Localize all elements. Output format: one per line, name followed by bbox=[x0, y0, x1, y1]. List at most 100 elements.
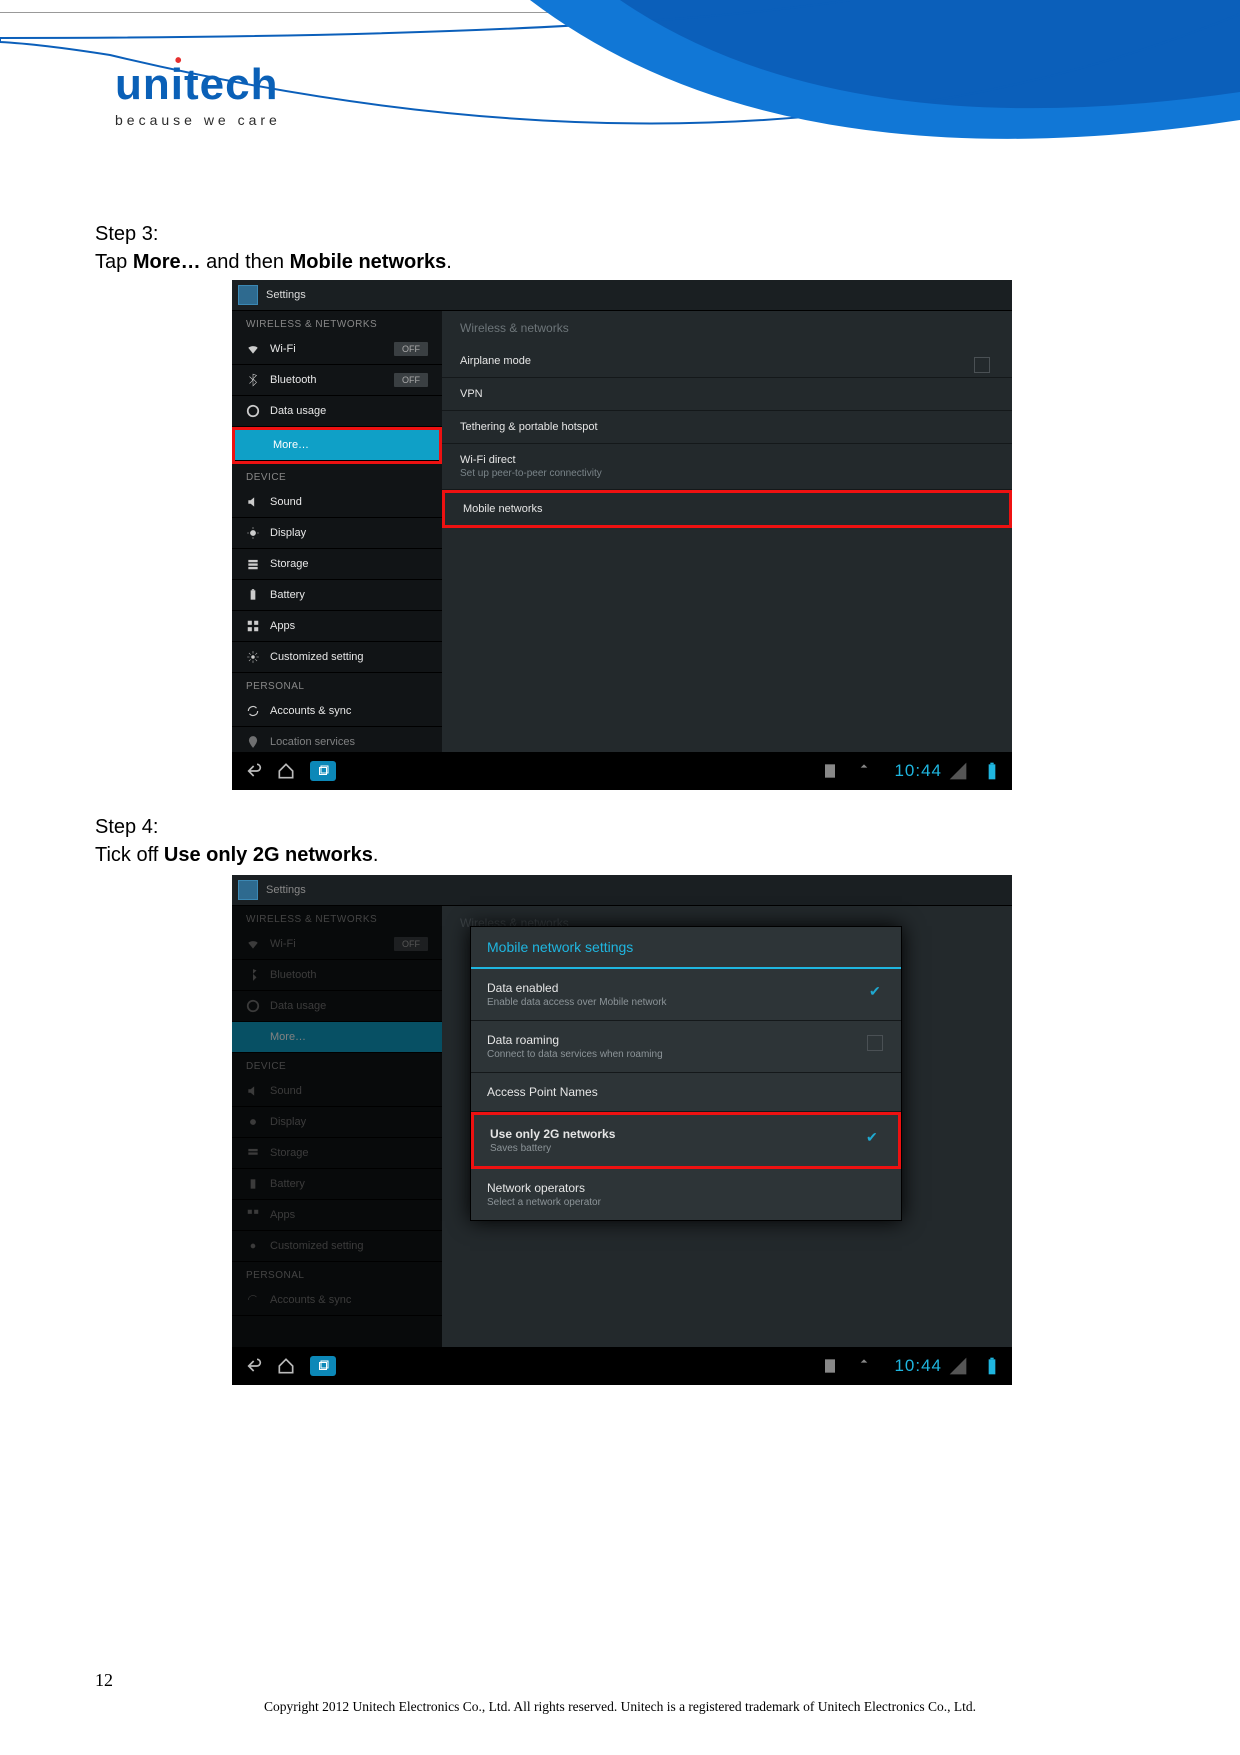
row-network-operators[interactable]: Network operators Select a network opera… bbox=[471, 1169, 901, 1220]
sidebar-customized[interactable]: Customized setting bbox=[232, 642, 442, 673]
logo: un•itech because we care bbox=[115, 60, 281, 128]
data-roaming-checkbox[interactable] bbox=[867, 1035, 883, 1051]
data-enabled-checkbox[interactable]: ✔ bbox=[869, 983, 883, 997]
category-personal: PERSONAL bbox=[232, 673, 442, 696]
sound-icon bbox=[246, 495, 260, 509]
gear-icon bbox=[246, 650, 260, 664]
sync-icon bbox=[246, 704, 260, 718]
status-signal-icon bbox=[948, 761, 968, 781]
storage-icon bbox=[246, 557, 260, 571]
category-device: DEVICE bbox=[232, 464, 442, 487]
gear-icon bbox=[246, 1239, 260, 1253]
sidebar-bluetooth: Bluetooth bbox=[232, 960, 442, 991]
sidebar-accounts: Accounts & sync bbox=[232, 1285, 442, 1316]
data-usage-icon bbox=[246, 404, 260, 418]
sidebar-sound: Sound bbox=[232, 1076, 442, 1107]
data-usage-icon bbox=[246, 999, 260, 1013]
sidebar-display[interactable]: Display bbox=[232, 518, 442, 549]
sidebar-datausage[interactable]: Data usage bbox=[232, 396, 442, 427]
row-airplane[interactable]: Airplane mode bbox=[442, 345, 1012, 378]
location-icon bbox=[246, 735, 260, 749]
home-icon[interactable] bbox=[276, 761, 296, 781]
display-icon bbox=[246, 1115, 260, 1129]
page-header: un•itech because we care bbox=[0, 0, 1240, 210]
sidebar-battery[interactable]: Battery bbox=[232, 580, 442, 611]
detail-header: Wireless & networks bbox=[442, 311, 1012, 345]
copyright: Copyright 2012 Unitech Electronics Co., … bbox=[0, 1699, 1240, 1715]
row-apn[interactable]: Access Point Names bbox=[471, 1073, 901, 1112]
bt-toggle[interactable]: OFF bbox=[394, 373, 428, 387]
sync-icon bbox=[246, 1293, 260, 1307]
logo-text-tech: tech bbox=[184, 60, 278, 109]
settings-detail: Wireless & networks Airplane mode VPN Te… bbox=[442, 311, 1012, 755]
status-sd-icon bbox=[820, 1356, 840, 1376]
sidebar-sound[interactable]: Sound bbox=[232, 487, 442, 518]
sidebar-display: Display bbox=[232, 1107, 442, 1138]
sidebar-storage: Storage bbox=[232, 1138, 442, 1169]
row-vpn[interactable]: VPN bbox=[442, 378, 1012, 411]
wifi-icon bbox=[246, 342, 260, 356]
apps-icon bbox=[246, 619, 260, 633]
sidebar-wifi[interactable]: Wi-Fi OFF bbox=[232, 334, 442, 365]
sidebar-storage[interactable]: Storage bbox=[232, 549, 442, 580]
storage-icon bbox=[246, 1146, 260, 1160]
airplane-checkbox[interactable] bbox=[974, 357, 990, 373]
sidebar-battery: Battery bbox=[232, 1169, 442, 1200]
settings-title: Settings bbox=[266, 884, 306, 896]
sidebar-apps[interactable]: Apps bbox=[232, 611, 442, 642]
status-signal-icon bbox=[948, 1356, 968, 1376]
status-battery-icon bbox=[982, 761, 1002, 781]
row-wifidirect[interactable]: Wi-Fi direct Set up peer-to-peer connect… bbox=[442, 444, 1012, 490]
settings-sidebar-dim: WIRELESS & NETWORKS Wi-FiOFF Bluetooth D… bbox=[232, 906, 442, 1350]
category-wireless: WIRELESS & NETWORKS bbox=[232, 311, 442, 334]
screenshot-step4: Settings WIRELESS & NETWORKS Wi-FiOFF Bl… bbox=[232, 875, 1012, 1385]
logo-text-un: un bbox=[115, 60, 171, 109]
step3-text: Step 3: Tap More… and then Mobile networ… bbox=[95, 220, 452, 276]
row-use-2g[interactable]: Use only 2G networks Saves battery ✔ bbox=[474, 1115, 898, 1166]
sound-icon bbox=[246, 1084, 260, 1098]
back-icon[interactable] bbox=[242, 761, 262, 781]
step4-text: Step 4: Tick off Use only 2G networks. bbox=[95, 813, 378, 869]
row-data-enabled[interactable]: Data enabled Enable data access over Mob… bbox=[471, 969, 901, 1021]
dialog-title: Mobile network settings bbox=[471, 927, 901, 969]
sidebar-bluetooth[interactable]: Bluetooth OFF bbox=[232, 365, 442, 396]
sidebar-datausage: Data usage bbox=[232, 991, 442, 1022]
bluetooth-icon bbox=[246, 373, 260, 387]
row-tethering[interactable]: Tethering & portable hotspot bbox=[442, 411, 1012, 444]
sidebar-apps: Apps bbox=[232, 1200, 442, 1231]
sidebar-more[interactable]: More… bbox=[235, 430, 439, 461]
settings-detail-dim: Wireless & networks Mobile network setti… bbox=[442, 906, 1012, 1350]
logo-tagline: because we care bbox=[115, 112, 281, 128]
home-icon[interactable] bbox=[276, 1356, 296, 1376]
status-battery-icon bbox=[982, 1356, 1002, 1376]
highlight-2g: Use only 2G networks Saves battery ✔ bbox=[471, 1112, 901, 1169]
screenshot-step3: Settings WIRELESS & NETWORKS Wi-Fi OFF B… bbox=[232, 280, 1012, 790]
status-usb-icon bbox=[854, 761, 874, 781]
mobile-network-dialog: Mobile network settings Data enabled Ena… bbox=[470, 926, 902, 1221]
sidebar-customized: Customized setting bbox=[232, 1231, 442, 1262]
bluetooth-icon bbox=[246, 968, 260, 982]
status-usb-icon bbox=[854, 1356, 874, 1376]
highlight-mobile-networks: Mobile networks bbox=[442, 490, 1012, 528]
settings-title: Settings bbox=[266, 289, 306, 301]
wifi-toggle[interactable]: OFF bbox=[394, 342, 428, 356]
back-icon[interactable] bbox=[242, 1356, 262, 1376]
settings-sidebar: WIRELESS & NETWORKS Wi-Fi OFF Bluetooth … bbox=[232, 311, 442, 755]
recent-apps-icon[interactable] bbox=[310, 761, 336, 781]
row-data-roaming[interactable]: Data roaming Connect to data services wh… bbox=[471, 1021, 901, 1073]
row-mobile-networks[interactable]: Mobile networks bbox=[445, 493, 1009, 525]
highlight-more: More… bbox=[232, 427, 442, 464]
sidebar-more: More… bbox=[232, 1022, 442, 1053]
apps-icon bbox=[246, 1208, 260, 1222]
battery-icon bbox=[246, 1177, 260, 1191]
page-number: 12 bbox=[95, 1670, 113, 1691]
status-clock: 10:44 bbox=[894, 761, 942, 781]
android-navbar: 10:44 bbox=[232, 752, 1012, 790]
battery-icon bbox=[246, 588, 260, 602]
sidebar-accounts[interactable]: Accounts & sync bbox=[232, 696, 442, 727]
status-sd-icon bbox=[820, 761, 840, 781]
settings-titlebar-2: Settings bbox=[232, 875, 1012, 906]
recent-apps-icon[interactable] bbox=[310, 1356, 336, 1376]
settings-app-icon bbox=[238, 880, 258, 900]
use-2g-checkbox[interactable]: ✔ bbox=[866, 1129, 880, 1143]
